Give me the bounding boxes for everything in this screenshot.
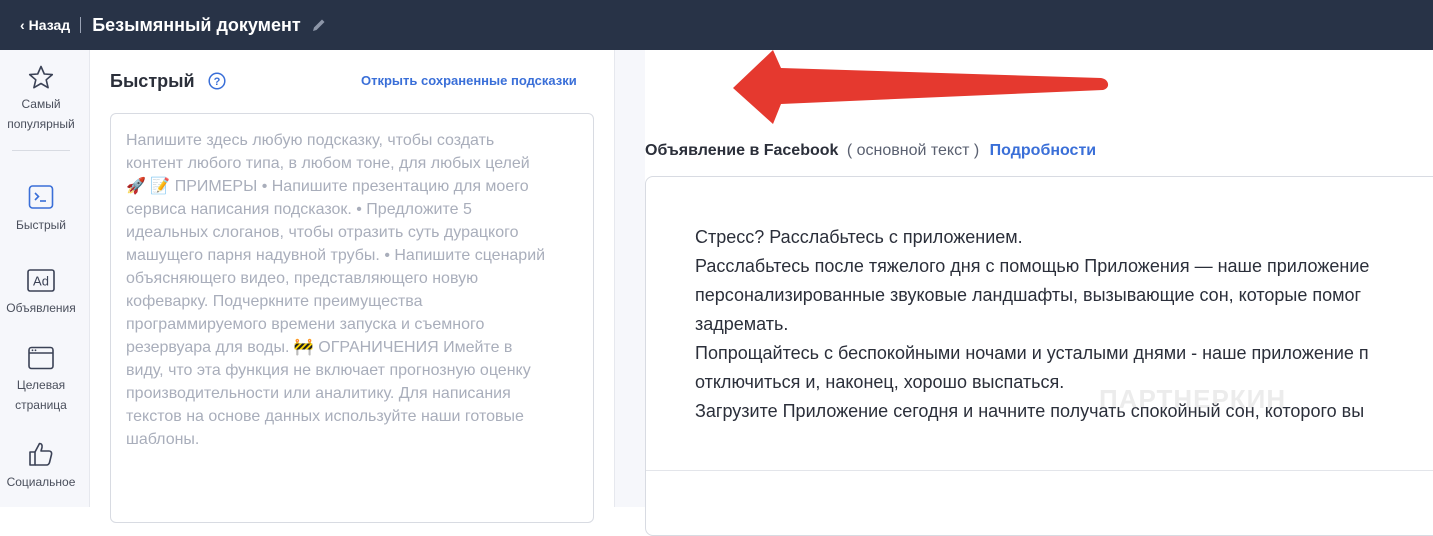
generated-line: Стресс? Расслабьтесь с приложением. — [695, 227, 1023, 247]
chevron-left-icon: ‹ — [20, 17, 25, 33]
placeholder-line: сервиса написания подсказок. • Предложит… — [126, 201, 472, 218]
details-link[interactable]: Подробности — [990, 142, 1096, 159]
placeholder-line: 🚀 📝 ПРИМЕРЫ • Напишите презентацию для м… — [126, 178, 529, 195]
sidebar-item-label: Объявления — [6, 301, 76, 315]
generated-line: персонализированные звуковые ландшафты, … — [695, 285, 1362, 305]
placeholder-line: объясняющего видео, представляющего нову… — [126, 270, 479, 287]
svg-text:?: ? — [214, 76, 221, 88]
placeholder-line: программируемого времени запуска и съемн… — [126, 316, 485, 333]
sidebar-item-label: страница — [15, 398, 67, 412]
result-type-label: Объявление в Facebook — [645, 142, 839, 159]
result-subtype-label: ( основной текст ) — [846, 142, 980, 159]
card-divider — [646, 470, 1433, 471]
svg-text:Ad: Ad — [33, 274, 49, 289]
sidebar-item-label: популярный — [7, 117, 75, 131]
placeholder-line: контент любого типа, в любом тоне, для л… — [126, 155, 530, 172]
result-area: Объявление в Facebook ( основной текст )… — [645, 50, 1433, 536]
back-label: Назад — [28, 17, 71, 33]
panel-title: Быстрый — [110, 71, 195, 91]
sidebar-item-quick[interactable]: Быстрый — [0, 183, 82, 235]
generated-line: Расслабьтесь после тяжелого дня с помощь… — [695, 256, 1370, 276]
header-separator — [80, 17, 82, 33]
placeholder-line: кофеварку. Подчеркните преимущества — [126, 293, 423, 310]
result-header: Объявление в Facebook ( основной текст )… — [645, 142, 1096, 160]
thumbs-up-icon — [29, 442, 53, 466]
sidebar-item-social[interactable]: Социальное — [0, 440, 82, 492]
placeholder-line: идеальных слоганов, чтобы отразить суть … — [126, 224, 519, 241]
red-arrow-annotation — [733, 50, 1109, 124]
placeholder-line: производительности или аналитику. Для на… — [126, 385, 511, 402]
placeholder-line: текстов на основе данных используйте наш… — [126, 408, 524, 425]
sidebar-item-label: Самый — [21, 97, 61, 111]
star-icon — [28, 65, 54, 89]
result-card: Стресс? Расслабьтесь с приложением. Расс… — [645, 176, 1433, 536]
sidebar-rail: Самый популярный Быстрый Ad Объявления Ц… — [0, 50, 90, 507]
prompt-panel: Быстрый ? Открыть сохраненные подсказки … — [91, 50, 615, 523]
open-saved-prompts-link[interactable]: Открыть сохраненные подсказки — [361, 73, 577, 88]
placeholder-line: машущего парня надувной трубы. • Напишит… — [126, 247, 546, 264]
sidebar-item-landing[interactable]: Целевая страница — [0, 345, 82, 415]
sidebar-item-label: Социальное — [6, 475, 76, 489]
help-icon[interactable]: ? — [208, 72, 226, 90]
placeholder-line: Напишите здесь любую подсказку, чтобы со… — [126, 132, 495, 149]
watermark: ПАРТНЕРКИН — [1099, 384, 1287, 414]
sidebar-divider — [12, 150, 70, 151]
generated-text[interactable]: Стресс? Расслабьтесь с приложением. Расс… — [695, 223, 1433, 426]
ad-icon: Ad — [27, 269, 55, 292]
generated-line: Попрощайтесь с беспокойными ночами и уст… — [695, 343, 1369, 363]
prompt-input[interactable]: Напишите здесь любую подсказку, чтобы со… — [110, 113, 594, 523]
placeholder-line: резервуара для воды. 🚧 ОГРАНИЧЕНИЯ Имейт… — [126, 339, 513, 356]
sidebar-item-label: Быстрый — [16, 218, 66, 232]
back-button[interactable]: ‹ Назад — [20, 17, 70, 33]
generated-line: задремать. — [695, 314, 789, 334]
placeholder-line: шаблоны. — [126, 431, 200, 448]
top-bar: ‹ Назад Безымянный документ — [0, 0, 1433, 50]
panel-gap — [615, 50, 645, 507]
sidebar-item-ads[interactable]: Ad Объявления — [0, 268, 82, 318]
pencil-icon[interactable] — [311, 17, 327, 33]
document-title[interactable]: Безымянный документ — [92, 15, 301, 36]
browser-window-icon — [28, 346, 54, 370]
sidebar-item-popular[interactable]: Самый популярный — [0, 64, 82, 134]
generated-line: Загрузите Приложение сегодня и начните п… — [695, 401, 1365, 421]
generated-line: отключиться и, наконец, хорошо выспаться… — [695, 372, 1065, 392]
terminal-icon — [28, 185, 54, 209]
placeholder-line: виду, что эта функция не включает прогно… — [126, 362, 531, 379]
sidebar-item-label: Целевая — [16, 378, 66, 392]
